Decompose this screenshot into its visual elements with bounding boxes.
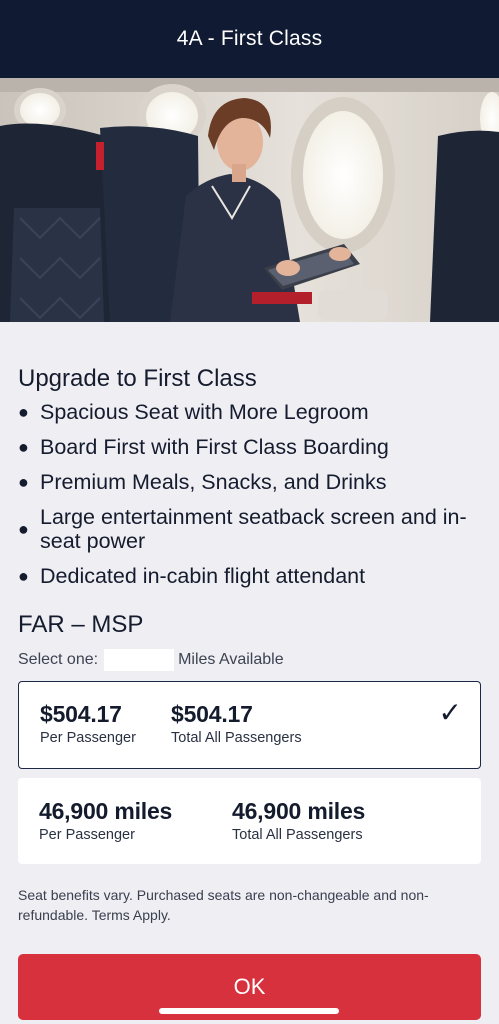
- home-indicator[interactable]: [159, 1008, 339, 1014]
- price-label: Total All Passengers: [232, 827, 363, 843]
- per-passenger-miles: 46,900 miles Per Passenger: [39, 798, 172, 843]
- price-value: 46,900 miles: [232, 798, 366, 824]
- benefit-item: ● Premium Meals, Snacks, and Drinks: [18, 470, 481, 494]
- select-row: Select one: Miles Available: [18, 649, 284, 671]
- benefit-item: ● Dedicated in-cabin flight attendant: [18, 564, 481, 588]
- first-class-cabin-photo: [0, 78, 499, 322]
- total-miles: 46,900 miles Total All Passengers: [232, 798, 365, 843]
- total-price: $504.17 Total All Passengers: [171, 701, 302, 746]
- flight-route: FAR – MSP: [18, 611, 144, 638]
- miles-balance-field: [104, 649, 175, 671]
- price-label: Total All Passengers: [171, 730, 302, 746]
- bullet-icon: ●: [18, 519, 29, 539]
- benefit-item: ● Board First with First Class Boarding: [18, 435, 481, 459]
- benefit-text: Dedicated in-cabin flight attendant: [40, 564, 366, 588]
- bullet-icon: ●: [18, 566, 29, 586]
- bullet-icon: ●: [18, 402, 29, 422]
- price-label: Per Passenger: [39, 827, 135, 843]
- benefit-text: Board First with First Class Boarding: [40, 435, 389, 459]
- miles-price-option[interactable]: 46,900 miles Per Passenger 46,900 miles …: [18, 778, 481, 864]
- price-value: $504.17: [171, 701, 253, 727]
- page-title: 4A - First Class: [176, 27, 323, 50]
- benefit-item: ● Spacious Seat with More Legroom: [18, 400, 481, 424]
- disclaimer-text: Seat benefits vary. Purchased seats are …: [18, 887, 429, 923]
- price-value: $504.17: [40, 701, 122, 727]
- benefit-text: Large entertainment seatback screen and …: [40, 505, 467, 553]
- checkmark-icon: ✓: [438, 697, 462, 728]
- upgrade-heading: Upgrade to First Class: [18, 365, 257, 392]
- bullet-icon: ●: [18, 472, 29, 492]
- header-bar: 4A - First Class: [0, 0, 499, 78]
- miles-available-label: Miles Available: [178, 651, 284, 668]
- benefit-item: ● Large entertainment seatback screen an…: [18, 505, 481, 553]
- benefit-text: Spacious Seat with More Legroom: [40, 400, 369, 424]
- price-label: Per Passenger: [40, 730, 136, 746]
- bullet-icon: ●: [18, 437, 29, 457]
- select-one-label: Select one:: [18, 651, 99, 668]
- cash-price-option[interactable]: $504.17 Per Passenger $504.17 Total All …: [18, 681, 481, 769]
- per-passenger-price: $504.17 Per Passenger: [40, 701, 136, 746]
- benefit-text: Premium Meals, Snacks, and Drinks: [40, 470, 387, 494]
- benefits-list: ● Spacious Seat with More Legroom ● Boar…: [18, 400, 481, 599]
- price-value: 46,900 miles: [39, 798, 173, 824]
